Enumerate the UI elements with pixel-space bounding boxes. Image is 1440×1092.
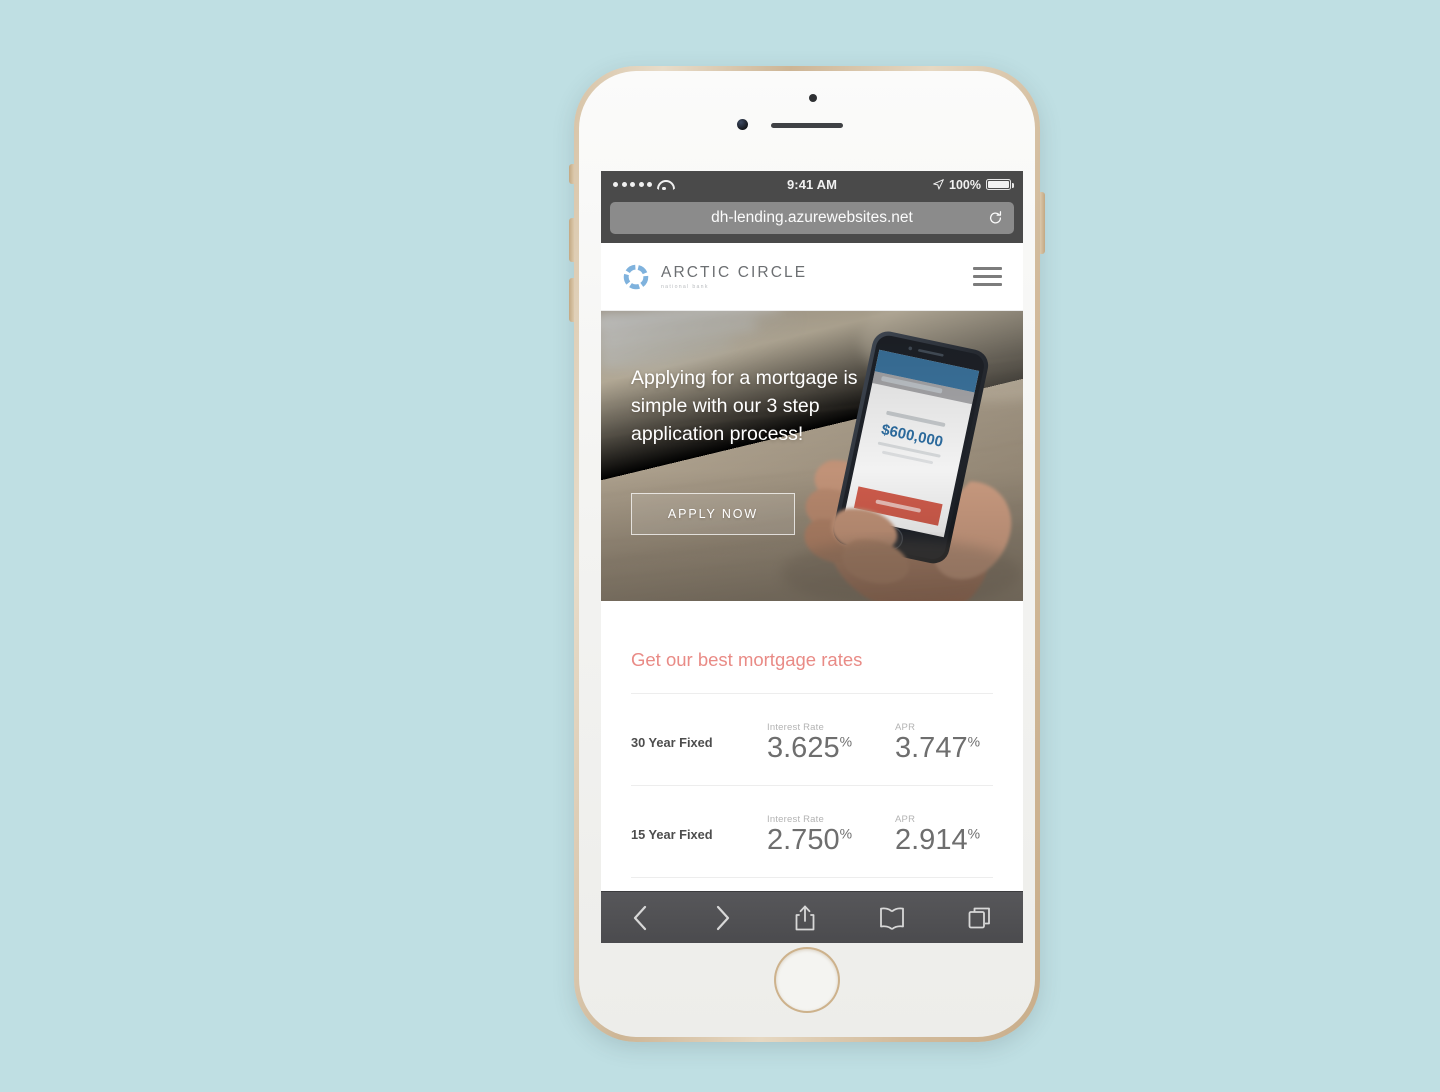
table-row[interactable]: 15 Year Fixed Interest Rate 2.750% APR 2… — [631, 786, 993, 878]
apr-cell: APR 2.914% — [895, 814, 1023, 855]
device-front-panel: 9:41 AM 100% dh-lending.azurewebsites.ne… — [579, 71, 1035, 1037]
arctic-circle-logo-icon — [623, 264, 649, 289]
volume-down-button[interactable] — [569, 278, 574, 322]
earpiece-speaker — [771, 123, 843, 128]
table-row[interactable]: 30 Year Fixed Interest Rate 3.625% APR 3… — [631, 694, 993, 786]
apr-value: 3.747% — [895, 734, 1023, 763]
rates-heading: Get our best mortgage rates — [631, 649, 863, 670]
rate-term-label: 15 Year Fixed — [631, 827, 713, 842]
percent-symbol: % — [967, 825, 981, 842]
hero-banner: $600,000 — [601, 311, 1023, 601]
tabs-icon — [968, 907, 990, 928]
power-button[interactable] — [1040, 192, 1045, 254]
percent-symbol: % — [839, 733, 853, 750]
mortgage-rates-section: Get our best mortgage rates 30 Year Fixe… — [601, 601, 1023, 941]
home-button[interactable] — [776, 949, 838, 1011]
share-button[interactable] — [793, 904, 817, 932]
phone-screen: 9:41 AM 100% dh-lending.azurewebsites.ne… — [601, 171, 1023, 943]
percent-symbol: % — [967, 733, 981, 750]
bookmarks-button[interactable] — [878, 905, 906, 931]
status-bar-clock: 9:41 AM — [786, 177, 838, 192]
interest-rate-cell: Interest Rate 2.750% — [767, 814, 895, 855]
proximity-sensor-icon — [809, 94, 817, 102]
apr-cell: APR 3.747% — [895, 722, 1023, 763]
hero-content: Applying for a mortgage is simple with o… — [631, 365, 859, 535]
url-text: dh-lending.azurewebsites.net — [711, 209, 913, 226]
reload-icon[interactable] — [988, 211, 1003, 226]
browser-toolbar — [601, 891, 1023, 943]
mute-switch[interactable] — [569, 164, 574, 184]
url-input[interactable]: dh-lending.azurewebsites.net — [610, 202, 1014, 234]
hamburger-menu-icon[interactable] — [973, 266, 1002, 287]
status-bar: 9:41 AM 100% — [601, 171, 1023, 198]
forward-button[interactable] — [712, 904, 732, 932]
interest-rate-value: 3.625% — [767, 734, 895, 763]
iphone-device: 9:41 AM 100% dh-lending.azurewebsites.ne… — [569, 66, 1045, 1042]
battery-full-icon — [986, 178, 1015, 191]
percent-symbol: % — [839, 825, 853, 842]
volume-up-button[interactable] — [569, 218, 574, 262]
apply-now-button[interactable]: APPLY NOW — [631, 492, 795, 535]
share-icon — [795, 905, 815, 930]
brand-logo[interactable]: ARCTIC CIRCLE national bank — [622, 263, 807, 291]
interest-rate-value: 2.750% — [767, 826, 895, 855]
tabs-button[interactable] — [967, 905, 993, 931]
rate-term-label: 30 Year Fixed — [631, 735, 713, 750]
screenshot-canvas: 9:41 AM 100% dh-lending.azurewebsites.ne… — [0, 0, 1440, 1092]
chevron-right-icon — [717, 905, 730, 930]
back-button[interactable] — [631, 904, 651, 932]
apr-value: 2.914% — [895, 826, 1023, 855]
site-header: ARCTIC CIRCLE national bank — [601, 243, 1023, 311]
brand-name: ARCTIC CIRCLE — [661, 263, 808, 281]
front-camera-icon — [737, 119, 748, 130]
brand-tagline: national bank — [661, 283, 709, 290]
apr-number: 2.914 — [895, 824, 968, 856]
interest-rate-number: 2.750 — [767, 824, 840, 856]
apr-number: 3.747 — [895, 732, 968, 764]
interest-rate-number: 3.625 — [767, 732, 840, 764]
hero-headline: Applying for a mortgage is simple with o… — [631, 367, 858, 445]
chevron-left-icon — [634, 905, 647, 930]
brand-text: ARCTIC CIRCLE national bank — [661, 264, 807, 290]
browser-url-bar-container: dh-lending.azurewebsites.net — [601, 198, 1023, 243]
interest-rate-cell: Interest Rate 3.625% — [767, 722, 895, 763]
book-icon — [879, 906, 904, 930]
